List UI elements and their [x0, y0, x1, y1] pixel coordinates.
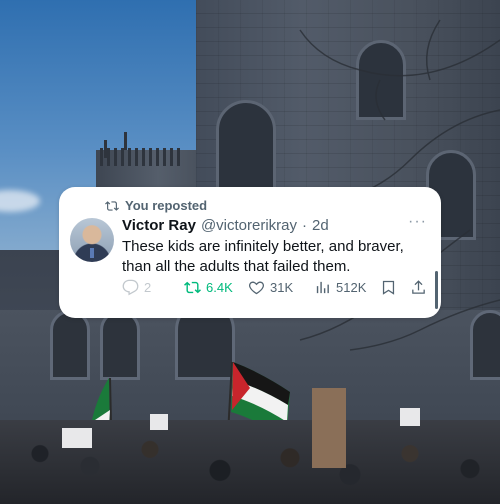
repost-label: You reposted: [125, 198, 208, 213]
separator-dot: ·: [302, 217, 308, 234]
reply-icon: [122, 279, 139, 296]
reply-button[interactable]: 2: [122, 279, 151, 296]
protest-sign: [62, 428, 92, 448]
protest-sign: [150, 414, 168, 430]
like-button[interactable]: 31K: [248, 279, 293, 296]
author-row: Victor Ray @victorerikray · 2d: [122, 217, 329, 234]
share-button[interactable]: [410, 279, 427, 296]
bookmark-icon: [382, 280, 395, 295]
tweet-text: These kids are infinitely better, and br…: [122, 238, 404, 275]
bookmark-button[interactable]: [380, 279, 397, 296]
retweet-button[interactable]: 6.4K: [184, 279, 233, 296]
heart-icon: [249, 281, 264, 295]
views-button[interactable]: 512K: [314, 279, 366, 296]
author-handle[interactable]: @victorerikray: [201, 217, 297, 234]
like-count: 31K: [270, 280, 294, 295]
protest-sign: [312, 388, 346, 468]
scrollbar-thumb[interactable]: [435, 271, 438, 309]
tweet-timestamp[interactable]: 2d: [312, 217, 329, 234]
repost-indicator: You reposted: [105, 198, 207, 213]
retweet-count: 6.4K: [206, 280, 233, 295]
avatar[interactable]: [70, 218, 114, 262]
views-icon: [316, 281, 329, 294]
protest-sign: [400, 408, 420, 426]
more-horizontal-icon[interactable]: ···: [408, 213, 427, 231]
tweet-actions: 2 6.4K 31K 512K: [122, 279, 432, 299]
share-icon: [412, 280, 425, 294]
reply-count: 2: [144, 280, 152, 295]
tweet-card[interactable]: You reposted Victor Ray @victorerikray ·…: [59, 187, 441, 318]
retweet-icon: [184, 281, 201, 294]
views-count: 512K: [336, 280, 367, 295]
author-display-name[interactable]: Victor Ray: [122, 217, 196, 234]
retweet-icon: [105, 200, 119, 211]
